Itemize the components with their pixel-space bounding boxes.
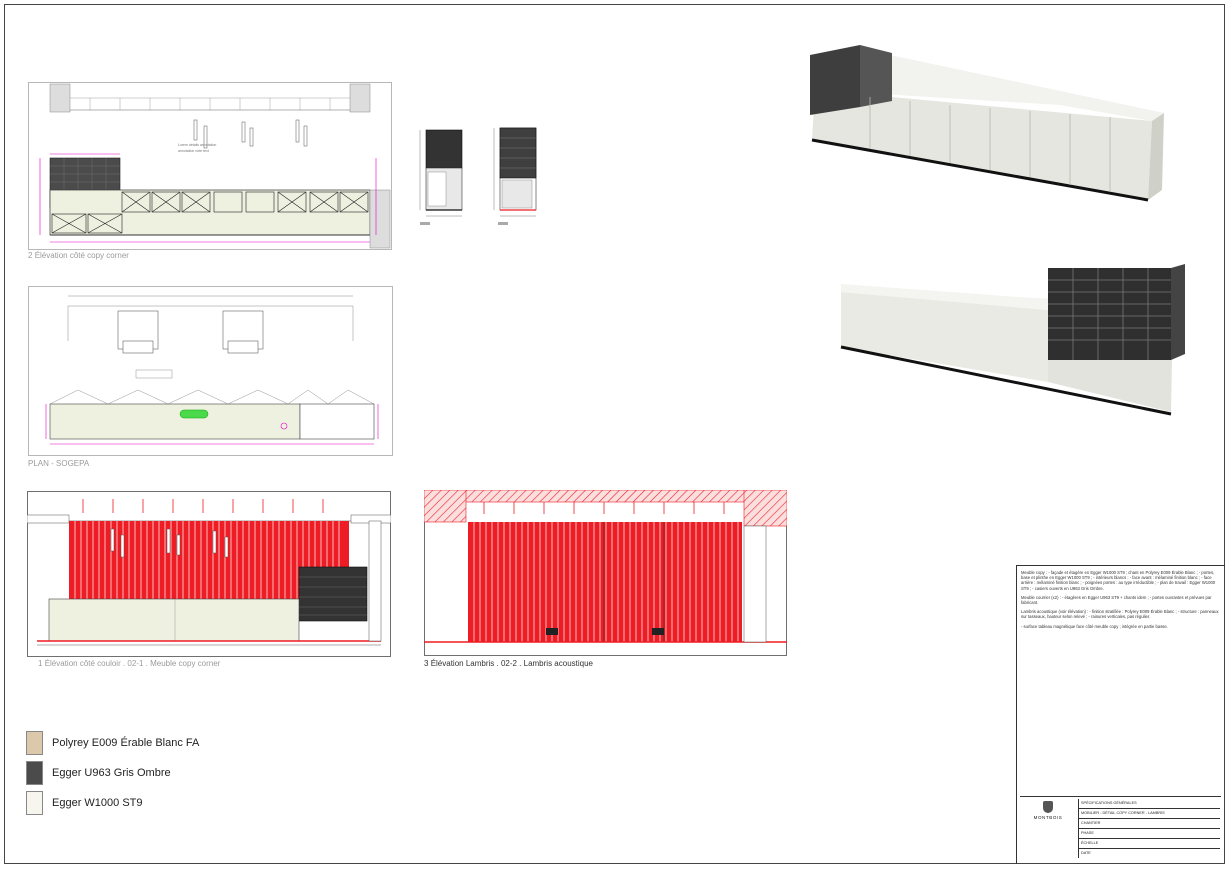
elevation-lambris bbox=[424, 490, 787, 656]
material-swatch bbox=[26, 731, 43, 755]
view-number: 3 bbox=[424, 659, 429, 668]
title-row: MOBILIER - DÉTAIL COPY CORNER - LAMBRIS bbox=[1079, 809, 1220, 819]
material-swatch bbox=[26, 761, 43, 785]
specification-notes: Meuble copy : - façade et étagère en Egg… bbox=[1021, 570, 1219, 795]
title-row: ÉCHELLE bbox=[1079, 839, 1220, 849]
elevation-copy-corner: Lorem details annotation annotation note… bbox=[28, 82, 392, 250]
caption-plan: PLAN - SOGEPA bbox=[28, 459, 90, 468]
caption-elevation-lambris: 3 Élévation Lambris . 02-2 . Lambris aco… bbox=[424, 659, 593, 668]
title-block-divider bbox=[1016, 565, 1017, 864]
svg-text:Lorem details annotation: Lorem details annotation bbox=[178, 143, 216, 147]
note-block: - surface tableau magnétique face côté m… bbox=[1021, 623, 1168, 629]
legend-item-polyrey: Polyrey E009 Érable Blanc FA bbox=[26, 731, 199, 755]
note-block: Meuble copy : - façade et étagère en Egg… bbox=[1021, 570, 1216, 591]
legend-label: Egger U963 Gris Ombre bbox=[52, 767, 171, 779]
legend-label: Polyrey E009 Érable Blanc FA bbox=[52, 737, 200, 749]
render-copy-corner bbox=[810, 45, 1164, 202]
title-block-top-rule bbox=[1016, 565, 1225, 566]
legend-item-w1000: Egger W1000 ST9 bbox=[26, 791, 143, 815]
title-block: MONTBOIS SPÉCIFICATIONS GÉNÉRALES MOBILI… bbox=[1020, 796, 1221, 861]
render-mail-unit bbox=[840, 264, 1185, 416]
title-row: SPÉCIFICATIONS GÉNÉRALES bbox=[1079, 799, 1220, 809]
company-logo: MONTBOIS bbox=[1026, 801, 1070, 820]
caption-elevation-copy-corner: 2 Élévation côté copy corner bbox=[28, 251, 129, 260]
note-block: Meuble courrier (x2) : - étagères en Egg… bbox=[1021, 594, 1212, 606]
title-row: CHANTIER bbox=[1079, 819, 1220, 829]
caption-elevation-couloir: 1 Élévation côté couloir . 02-1 . Meuble… bbox=[38, 659, 221, 668]
legend-label: Egger W1000 ST9 bbox=[52, 797, 143, 809]
section-details bbox=[419, 127, 537, 225]
elevation-couloir bbox=[27, 491, 391, 657]
plan-view bbox=[28, 286, 393, 456]
title-row: PHASE bbox=[1079, 829, 1220, 839]
note-block: Lambris acoustique (voir élévation) : - … bbox=[1021, 609, 1219, 620]
view-number: 1 bbox=[38, 659, 43, 668]
legend-item-gris-ombre: Egger U963 Gris Ombre bbox=[26, 761, 171, 785]
material-swatch bbox=[26, 791, 43, 815]
title-row: DATE bbox=[1081, 851, 1091, 855]
svg-text:annotation note text: annotation note text bbox=[178, 149, 209, 153]
view-number: 2 bbox=[28, 251, 33, 260]
